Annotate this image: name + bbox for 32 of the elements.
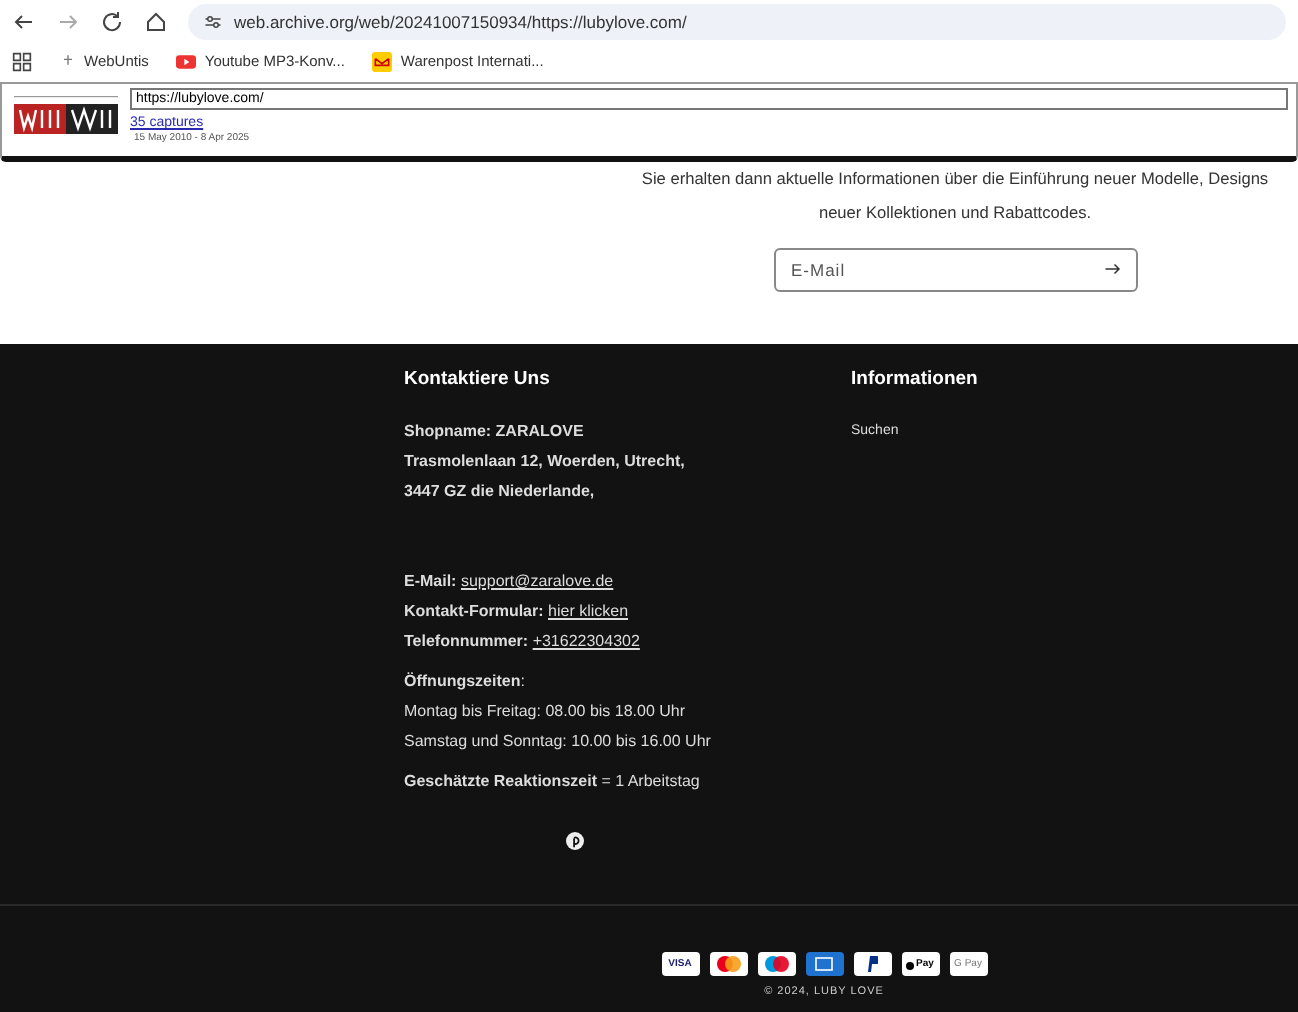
back-icon[interactable]	[12, 10, 36, 34]
card-logo	[805, 952, 843, 976]
email-field[interactable]: E-Mail	[773, 248, 1137, 292]
address-line: Shopname: ZARALOVE	[404, 420, 586, 444]
apps-grid-icon[interactable]	[12, 49, 32, 73]
info-line: Samstag und Sonntag: 10.00 bis 16.00 Uhr	[404, 730, 713, 754]
site-settings-icon[interactable]	[204, 10, 222, 34]
paypal-logo	[853, 952, 891, 976]
info-line: Montag bis Freitag: 08.00 bis 18.00 Uhr	[404, 700, 688, 724]
play-icon	[176, 49, 197, 73]
newsletter-text: Sie erhalten dann aktuelle Informationen über die Einführung neuer Modelle, Designs	[639, 166, 1271, 192]
pinterest-icon[interactable]	[566, 832, 584, 850]
info-line: Geschätzte Reaktionszeit = 1 Arbeitstag	[404, 770, 702, 794]
address-bar[interactable]: web.archive.org/web/20241007150934/https://lubylove.com/	[188, 4, 1286, 40]
contact-heading: Kontaktiere Uns	[404, 368, 552, 390]
info-heading: Informationen	[851, 368, 980, 390]
envelope-icon	[372, 49, 393, 73]
arrow-right-icon[interactable]	[1103, 260, 1121, 278]
address-line: Trasmolenlaan 12, Woerden, Utrecht,	[404, 450, 687, 474]
address-line: 3447 GZ die Niederlande,	[404, 480, 597, 504]
contact-link[interactable]: +31622304302	[532, 632, 640, 650]
field-label: Telefonnummer:	[404, 632, 529, 650]
card-logo	[757, 952, 795, 976]
field-label: E-Mail:	[404, 572, 457, 590]
contact-link[interactable]: support@zaralove.de	[460, 572, 614, 590]
field-label: Kontakt-Formular:	[404, 602, 544, 620]
card-logo	[709, 952, 747, 976]
reload-icon[interactable]	[100, 10, 124, 34]
newsletter-text: neuer Kollektionen und Rabattcodes.	[816, 200, 1094, 226]
contact-link[interactable]: hier klicken	[548, 602, 629, 620]
info-line: Öffnungszeiten:	[404, 670, 527, 694]
home-icon[interactable]	[144, 10, 168, 34]
